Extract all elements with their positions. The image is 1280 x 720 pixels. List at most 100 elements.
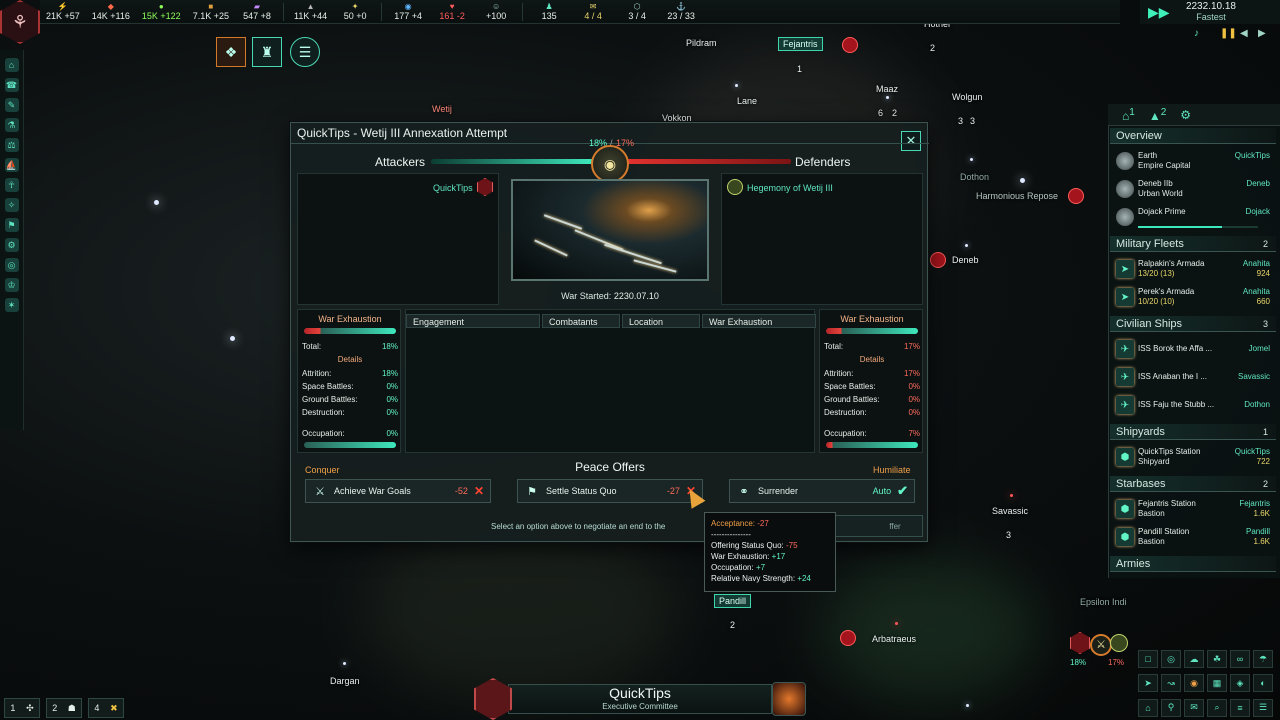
umbrella-icon[interactable]: ☂ — [1253, 650, 1273, 668]
system-label-fejantris[interactable]: Fejantris — [778, 37, 823, 51]
defender-flag-icon[interactable] — [727, 179, 743, 195]
hyperlane-icon[interactable]: ↝ — [1161, 674, 1181, 693]
gear-icon[interactable]: ⚙ — [1180, 108, 1191, 122]
system-label-maaz[interactable]: Maaz — [876, 84, 898, 94]
technology-icon[interactable]: ⚗ — [4, 118, 19, 132]
send-offer-button[interactable]: ffer — [827, 515, 923, 537]
minerals-resource[interactable]: ◆ 14K +116 — [86, 0, 136, 24]
empire-emblem[interactable]: ⚘ — [0, 0, 40, 44]
zoom-icon[interactable]: ⚲ — [1161, 698, 1181, 717]
system-label-lane[interactable]: Lane — [737, 96, 757, 106]
alloys-resource[interactable]: ▰ 547 +8 — [235, 0, 279, 24]
system-label-pildram[interactable]: Pildram — [686, 38, 717, 48]
system-label-epsilon-indi[interactable]: Epsilon Indi — [1080, 597, 1127, 607]
species-icon[interactable]: ☘ — [1207, 650, 1227, 668]
starbases-resource[interactable]: ⬡ 3 / 4 — [615, 0, 659, 24]
pause-icon[interactable]: ❚❚ — [1220, 28, 1237, 39]
menu-icon[interactable]: ☰ — [1253, 698, 1273, 717]
outliner-starbase[interactable]: ⬢ Pandill Station Bastion Pandill 1.6K — [1114, 526, 1272, 550]
home-icon[interactable]: ⌂ — [1138, 698, 1158, 717]
speed-up-icon[interactable]: ▶ — [1258, 28, 1266, 39]
contacts-button[interactable]: ☰ — [290, 37, 320, 67]
column-location[interactable]: Location — [622, 314, 700, 328]
system-label-harmonious-repose[interactable]: Harmonious Repose — [976, 191, 1058, 201]
outliner-starbase[interactable]: ⬢ Fejantris Station Bastion Fejantris 1.… — [1114, 498, 1272, 522]
system-label-savassic[interactable]: Savassic — [992, 506, 1028, 516]
star[interactable] — [966, 704, 969, 707]
achieve-war-goals-button[interactable]: ⚔ Achieve War Goals -52 ✕ — [305, 479, 491, 503]
policies-icon[interactable]: ⚖ — [4, 138, 19, 152]
pops-resource[interactable]: ♟ 135 — [527, 0, 571, 24]
government-icon[interactable]: ⌂ — [4, 58, 19, 72]
star[interactable] — [154, 200, 159, 205]
outliner-planet[interactable]: Earth Empire Capital QuickTips — [1114, 150, 1272, 174]
grid-icon[interactable]: ▦ — [1207, 674, 1227, 693]
outliner-fleet[interactable]: ➤ Perek's Armada 10/20 (10) Anahita 660 — [1114, 286, 1272, 310]
column-engagement[interactable]: Engagement — [406, 314, 540, 328]
star[interactable] — [886, 96, 889, 99]
star[interactable] — [1020, 178, 1025, 183]
system-label-arbatraeus[interactable]: Arbatraeus — [872, 634, 916, 644]
system-label-deneb[interactable]: Deneb — [952, 255, 979, 265]
close-button[interactable]: ✕ — [901, 131, 921, 151]
empire-flag-icon[interactable] — [474, 678, 512, 720]
ruler-portrait[interactable] — [772, 682, 806, 716]
eye-icon[interactable]: ◐ — [1253, 674, 1273, 693]
outliner-tab-planets[interactable]: ⌂1 — [1122, 107, 1135, 123]
consumer-goods-resource[interactable]: ■ 7.1K +25 — [187, 0, 235, 24]
shipyards-header[interactable]: Shipyards 1 — [1110, 424, 1276, 440]
unity-resource[interactable]: ✦ 50 +0 — [333, 0, 377, 24]
ship-icon[interactable]: ➤ — [1138, 674, 1158, 693]
square-icon[interactable]: □ — [1138, 650, 1158, 668]
envoys-resource[interactable]: ✉ 4 / 4 — [571, 0, 615, 24]
outliner-planet[interactable]: Dojack Prime Dojack — [1114, 206, 1272, 230]
sector-icon[interactable]: ◈ — [1230, 674, 1250, 693]
column-combatants[interactable]: Combatants — [542, 314, 620, 328]
column-war-exhaustion[interactable]: War Exhaustion — [702, 314, 816, 328]
hostile-starbase-icon[interactable] — [840, 630, 856, 646]
outliner-shipyard[interactable]: ⬢ QuickTips Station Shipyard QuickTips 7… — [1114, 446, 1272, 470]
stability-resource[interactable]: ♥ 161 -2 — [430, 0, 474, 24]
hostile-fleet-icon[interactable] — [842, 37, 858, 53]
situation-log-icon[interactable]: ✎ — [4, 98, 19, 112]
star[interactable] — [343, 662, 346, 665]
star[interactable] — [230, 336, 235, 341]
star[interactable] — [735, 84, 738, 87]
system-label-wetij[interactable]: Wetij — [432, 104, 452, 114]
list-icon[interactable]: ≡ — [1230, 698, 1250, 717]
military-fleets-header[interactable]: Military Fleets 2 — [1110, 236, 1276, 252]
hostile-starbase-icon[interactable] — [930, 252, 946, 268]
war-indicator[interactable]: ⚔ 18% 17% — [1070, 632, 1130, 672]
control-group-1-button[interactable]: 1 ✣ — [4, 698, 40, 718]
contacts-icon[interactable]: ☎ — [4, 78, 19, 92]
attacker-name[interactable]: QuickTips — [433, 183, 473, 193]
control-group-4-button[interactable]: 4 ✖ — [88, 698, 124, 718]
message-icon[interactable]: ✉ — [1184, 698, 1204, 717]
surrender-button[interactable]: ⚭ Surrender Auto ✔ — [729, 479, 915, 503]
planets-icon[interactable]: ◎ — [4, 258, 19, 272]
search-icon[interactable]: ⌕ — [1207, 698, 1227, 717]
factions-icon[interactable]: ⚑ — [4, 218, 19, 232]
music-icon[interactable]: ♪ — [1194, 28, 1199, 39]
hostile-fleet-icon[interactable] — [1068, 188, 1084, 204]
outliner-civilian-ship[interactable]: ✈ ISS Faju the Stubb ... Dothon — [1114, 394, 1272, 418]
system-label-dothon[interactable]: Dothon — [960, 172, 989, 182]
species-icon[interactable]: ☥ — [4, 178, 19, 192]
starbases-header[interactable]: Starbases 2 — [1110, 476, 1276, 492]
research-resource[interactable]: ◉ 177 +4 — [386, 0, 430, 24]
system-label-pandill[interactable]: Pandill — [714, 594, 752, 608]
situation-alert-button[interactable]: ❖ — [216, 37, 246, 67]
star[interactable] — [965, 244, 968, 247]
target-icon[interactable]: ◉ — [1184, 674, 1204, 693]
ship-designer-icon[interactable]: ⛵ — [4, 158, 19, 172]
civilian-ships-header[interactable]: Civilian Ships 3 — [1110, 316, 1276, 332]
settle-status-quo-button[interactable]: ⚑ Settle Status Quo -27 ✕ — [517, 479, 703, 503]
outliner-planet[interactable]: Deneb IIb Urban World Deneb — [1114, 178, 1272, 202]
energy-resource[interactable]: ⚡ 21K +57 — [40, 0, 86, 24]
link-icon[interactable]: ∞ — [1230, 650, 1250, 668]
speed-down-icon[interactable]: ◀ — [1240, 28, 1248, 39]
outliner-civilian-ship[interactable]: ✈ ISS Borok the Affa ... Jomel — [1114, 338, 1272, 362]
naval-capacity-resource[interactable]: ⚓ 23 / 33 — [659, 0, 703, 24]
chat-icon[interactable]: ☁ — [1184, 650, 1204, 668]
leaders-icon[interactable]: ♔ — [4, 278, 19, 292]
